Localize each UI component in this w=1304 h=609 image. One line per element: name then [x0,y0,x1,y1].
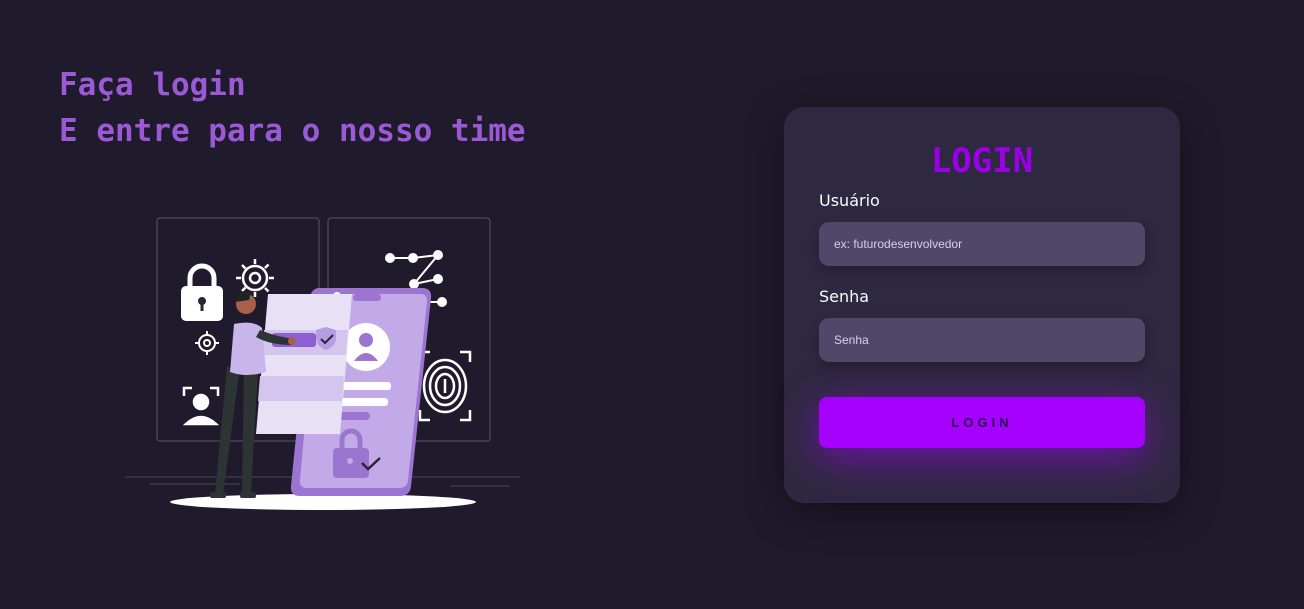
password-input[interactable] [819,318,1145,362]
floating-form-card [256,294,352,434]
password-label: Senha [819,287,870,306]
login-title: LOGIN [930,141,1034,181]
padlock-icon [181,263,223,321]
username-input[interactable] [819,222,1145,266]
gear-icon [236,259,274,297]
username-label: Usuário [819,191,880,210]
login-button[interactable]: LOGIN [819,397,1145,448]
hero-headline: Faça login E entre para o nosso time [59,62,526,154]
face-id-icon [182,386,220,426]
small-gear-icon [195,331,219,355]
fingerprint-icon [418,350,472,422]
security-login-illustration [125,217,520,510]
login-card: LOGIN Usuário Senha LOGIN [784,107,1180,503]
headline-line-1: Faça login [59,67,246,103]
hero-section: Faça login E entre para o nosso time [0,0,650,609]
headline-line-2: E entre para o nosso time [59,113,526,149]
